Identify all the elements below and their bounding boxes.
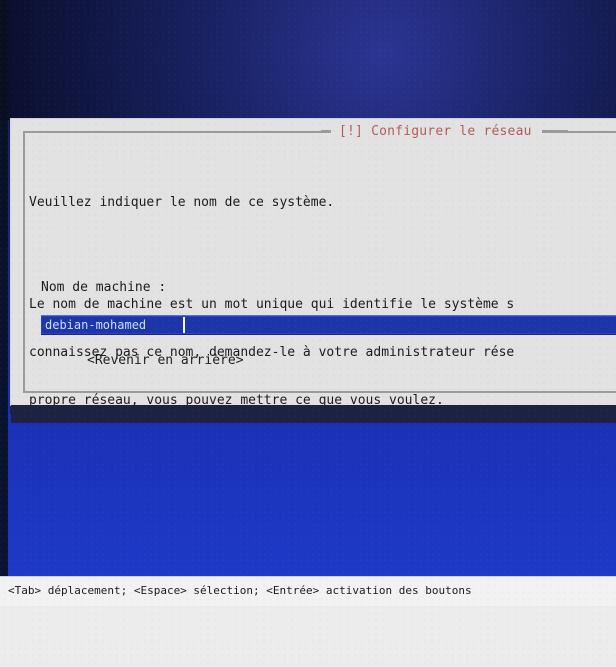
bottom-bezel	[0, 606, 616, 667]
dialog-prompt: Veuillez indiquer le nom de ce système.	[29, 195, 335, 210]
hostname-input[interactable]: debian-mohamed	[41, 315, 616, 335]
dialog-title-bar: [!] Configurer le réseau	[321, 119, 568, 143]
description-line-1: Le nom de machine est un mot unique qui …	[29, 297, 515, 312]
keyboard-help-text: <Tab> déplacement; <Espace> sélection; <…	[8, 584, 472, 597]
back-button[interactable]: <Revenir en arrière>	[87, 353, 244, 368]
network-config-dialog: [!] Configurer le réseau Veuillez indiqu…	[10, 118, 616, 423]
title-border-right	[541, 130, 568, 132]
hostname-value[interactable]: debian-mohamed	[45, 316, 150, 334]
description-line-3: propre réseau, vous pouvez mettre ce que…	[29, 393, 444, 408]
hostname-label: Nom de machine :	[41, 280, 167, 295]
dialog-title: [!] Configurer le réseau	[339, 123, 532, 139]
text-cursor	[183, 317, 185, 333]
left-edge-shadow	[0, 0, 8, 667]
screen-top-band	[0, 0, 616, 120]
keyboard-help-bar: <Tab> déplacement; <Espace> sélection; <…	[0, 576, 616, 608]
installer-screen: [!] Configurer le réseau Veuillez indiqu…	[0, 0, 616, 667]
